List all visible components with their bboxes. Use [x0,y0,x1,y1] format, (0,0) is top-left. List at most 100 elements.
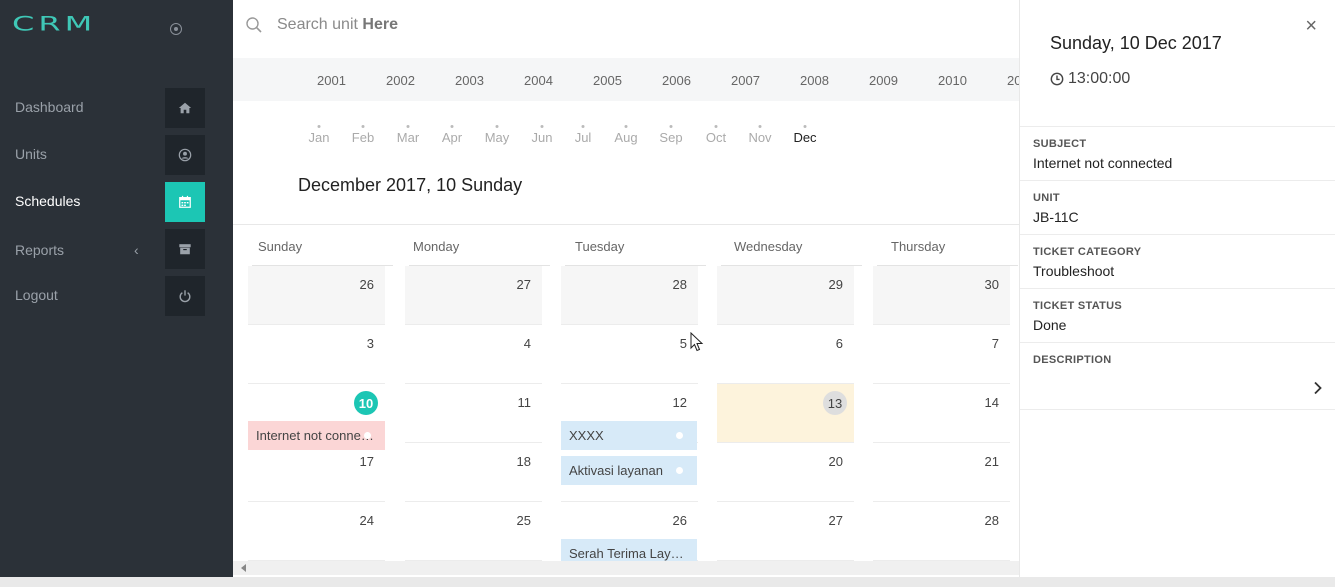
year-item[interactable]: 2003 [455,73,484,88]
year-item[interactable]: 20 [1007,73,1019,88]
mouse-cursor-icon [690,332,704,352]
description-label: DESCRIPTION [1033,354,1112,366]
month-dot [540,125,544,128]
year-item[interactable]: 2009 [869,73,898,88]
bottom-bar [0,577,1335,587]
calendar-day-cell[interactable]: 7 [873,325,1010,384]
year-item[interactable]: 2004 [524,73,553,88]
weekday-header: Sunday [258,239,303,254]
day-number: 13 [823,391,847,415]
sidebar-item-units[interactable]: Units [0,135,233,175]
ticket-category-label: TICKET CATEGORY [1033,246,1142,258]
month-item[interactable]: Jul [575,130,592,145]
calendar-event[interactable]: XXXX [561,421,697,450]
day-number: 25 [516,513,531,528]
month-item[interactable]: Jan [309,130,330,145]
scroll-left-icon[interactable] [241,564,246,572]
sidebar-item-label: Units [15,146,47,162]
calendar-day-cell[interactable]: 14 [873,384,1010,443]
year-item[interactable]: 2001 [317,73,346,88]
calendar-day-cell[interactable]: 11 [405,384,542,443]
calendar-day-cell[interactable]: 5 [561,325,698,384]
month-dot [406,125,410,128]
divider [1020,180,1335,181]
day-number: 18 [516,454,531,469]
year-item[interactable]: 2005 [593,73,622,88]
ticket-category-value: Troubleshoot [1033,263,1115,279]
calendar-day-cell[interactable]: 6 [717,325,854,384]
calendar-day-cell[interactable]: 13 [717,384,854,443]
year-item[interactable]: 2008 [800,73,829,88]
search-input[interactable]: Search unit Here [277,16,398,34]
calendar-event[interactable]: Aktivasi layanan [561,456,697,485]
calendar-day-cell[interactable]: 27 [717,502,854,561]
month-dot [450,125,454,128]
sidebar-item-label: Dashboard [15,99,84,115]
day-number: 26 [672,513,687,528]
horizontal-scrollbar[interactable] [233,561,1019,575]
sidebar-item-label: Logout [15,287,58,303]
today-day-number: 10 [354,391,378,415]
year-item[interactable]: 2002 [386,73,415,88]
calendar-event[interactable]: Internet not connected [248,421,385,450]
main-content: Search unit Here 2001 2002 2003 2004 2005 200… [233,0,1019,587]
month-item[interactable]: Oct [706,130,726,145]
day-number: 7 [991,336,999,351]
year-item[interactable]: 2007 [731,73,760,88]
calendar-heading: December 2017, 10 Sunday [298,175,523,195]
divider [1020,409,1335,410]
close-button[interactable]: × [1305,16,1317,36]
event-dot-icon [364,432,371,439]
search-bar: Search unit Here [233,0,1019,50]
calendar-day-cell[interactable]: 26 [248,266,385,325]
subject-label: SUBJECT [1033,138,1087,150]
year-item[interactable]: 2010 [938,73,967,88]
sidebar-item-dashboard[interactable]: Dashboard [0,88,233,128]
calendar-day-cell[interactable]: 21 [873,443,1010,502]
calendar-day-cell[interactable]: 4 [405,325,542,384]
sidebar-item-reports[interactable]: Reports ‹ [0,229,233,269]
calendar-day-cell[interactable]: 3 [248,325,385,384]
event-date: Sunday, 10 Dec 2017 [1050,33,1222,53]
month-item[interactable]: Aug [614,130,637,145]
sidebar-item-label: Reports [15,242,65,258]
month-item[interactable]: Apr [442,130,462,145]
day-number: 12 [672,395,687,410]
calendar-day-cell[interactable]: 28 [873,502,1010,561]
power-icon [165,276,205,316]
divider [1020,288,1335,289]
calendar-day-cell[interactable]: 17 [248,443,385,502]
month-dot [581,125,585,128]
calendar-day-cell[interactable]: 28 [561,266,698,325]
month-item[interactable]: Dec [793,130,816,145]
calendar-day-cell[interactable]: 30 [873,266,1010,325]
calendar-day-cell[interactable]: 27 [405,266,542,325]
sidebar-toggle-icon[interactable] [170,23,182,35]
sidebar-item-logout[interactable]: Logout [0,276,233,316]
day-number: 29 [828,277,843,292]
logo: CRM [12,12,97,36]
chevron-right-icon[interactable] [1313,381,1323,395]
month-item[interactable]: Mar [397,130,419,145]
chevron-left-icon: ‹ [134,242,139,258]
calendar-day-cell[interactable]: 18 [405,443,542,502]
calendar-day-cell[interactable]: 25 [405,502,542,561]
month-dot [624,125,628,128]
calendar-day-cell[interactable]: 29 [717,266,854,325]
subject-value: Internet not connected [1033,155,1173,171]
day-number: 28 [984,513,999,528]
calendar-day-cell[interactable]: 24 [248,502,385,561]
month-item[interactable]: Feb [352,130,374,145]
year-item[interactable]: 2006 [662,73,691,88]
month-item[interactable]: Sep [659,130,682,145]
sidebar-item-schedules[interactable]: Schedules [0,182,233,222]
search-icon [246,17,262,33]
day-number: 14 [984,395,999,410]
event-dot-icon [676,432,683,439]
day-number: 5 [679,336,687,351]
month-item[interactable]: Jun [532,130,553,145]
calendar-day-cell[interactable]: 20 [717,443,854,502]
month-item[interactable]: May [485,130,510,145]
month-item[interactable]: Nov [748,130,771,145]
event-time: 13:00:00 [1050,70,1130,88]
